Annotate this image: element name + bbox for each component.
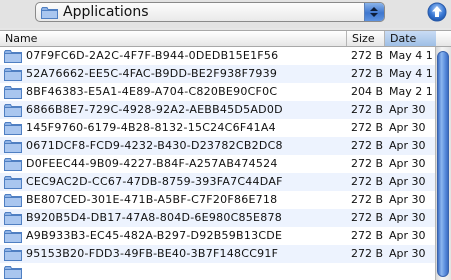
file-date: Apr 30	[389, 121, 426, 134]
file-row[interactable]	[0, 263, 435, 280]
file-name: A9B933B3-EC45-482A-B297-D92B59B13CDE	[26, 229, 283, 242]
file-name: 07F9FC6D-2A2C-4F7F-B944-0DEDB15E1F56	[26, 49, 279, 62]
file-name: D0FEEC44-9B09-4227-B84F-A257AB474524	[26, 157, 278, 170]
column-date-header[interactable]: Date	[385, 31, 436, 46]
file-row[interactable]: CEC9AC2D-CC67-47DB-8759-393FA7C44DAF 272…	[0, 173, 435, 191]
folder-icon	[4, 140, 22, 153]
folder-icon	[4, 194, 22, 207]
file-name: 0671DCF8-FCD9-4232-B430-D23782CB2DC8	[26, 139, 283, 152]
file-size: 272 B	[351, 247, 384, 260]
vertical-scrollbar[interactable]	[435, 47, 451, 280]
file-size: 272 B	[351, 229, 384, 242]
column-size-header[interactable]: Size	[347, 31, 385, 46]
file-row[interactable]: 0671DCF8-FCD9-4232-B430-D23782CB2DC8 272…	[0, 137, 435, 155]
file-row[interactable]: 07F9FC6D-2A2C-4F7F-B944-0DEDB15E1F56 272…	[0, 47, 435, 65]
file-name: BE807CED-301E-471B-A5BF-C7F20F86E718	[26, 193, 278, 206]
file-row[interactable]: 95153B20-FDD3-49FB-BE40-3B7F148CC91F 272…	[0, 245, 435, 263]
file-size: 272 B	[351, 193, 384, 206]
file-name: 6866B8E7-729C-4928-92A2-AEBB45D5AD0D	[26, 103, 283, 116]
folder-icon	[41, 7, 58, 19]
file-size: 204 B	[351, 85, 384, 98]
file-name: 52A76662-EE5C-4FAC-B9DD-BE2F938F7939	[26, 67, 278, 80]
file-name: B920B5D4-DB17-47A8-804D-6E980C85E878	[26, 211, 283, 224]
folder-icon	[4, 266, 22, 279]
file-row[interactable]: 52A76662-EE5C-4FAC-B9DD-BE2F938F7939 272…	[0, 65, 435, 83]
folder-icon	[4, 158, 22, 171]
file-size: 272 B	[351, 211, 384, 224]
file-date: May 4 1	[389, 49, 433, 62]
file-date: May 2 1	[389, 85, 433, 98]
file-date: Apr 30	[389, 193, 426, 206]
file-list[interactable]: 07F9FC6D-2A2C-4F7F-B944-0DEDB15E1F56 272…	[0, 47, 435, 280]
folder-icon	[4, 122, 22, 135]
folder-icon	[4, 176, 22, 189]
file-date: Apr 30	[389, 229, 426, 242]
file-date: Apr 30	[389, 157, 426, 170]
file-size: 272 B	[351, 121, 384, 134]
file-date: Apr 30	[389, 175, 426, 188]
column-name-header[interactable]: Name	[0, 31, 347, 46]
file-size: 272 B	[351, 103, 384, 116]
file-date: Apr 30	[389, 211, 426, 224]
file-row[interactable]: 145F9760-6179-4B28-8132-15C24C6F41A4 272…	[0, 119, 435, 137]
file-row[interactable]: B920B5D4-DB17-47A8-804D-6E980C85E878 272…	[0, 209, 435, 227]
up-down-arrows-icon[interactable]	[364, 3, 384, 21]
column-header: Name Size Date	[0, 30, 451, 47]
file-row[interactable]: 8BF46383-E5A1-4E89-A704-C820BE90CF0C 204…	[0, 83, 435, 101]
file-date: Apr 30	[389, 139, 426, 152]
folder-icon	[4, 50, 22, 63]
location-label: Applications	[63, 4, 149, 20]
file-name: 8BF46383-E5A1-4E89-A704-C820BE90CF0C	[26, 85, 278, 98]
file-name: 145F9760-6179-4B28-8132-15C24C6F41A4	[26, 121, 276, 134]
file-size: 272 B	[351, 157, 384, 170]
file-row[interactable]: D0FEEC44-9B09-4227-B84F-A257AB474524 272…	[0, 155, 435, 173]
file-date: May 4 1	[389, 67, 433, 80]
location-popup[interactable]: Applications	[35, 2, 385, 22]
folder-icon	[4, 230, 22, 243]
folder-icon	[4, 212, 22, 225]
file-size: 272 B	[351, 139, 384, 152]
file-size: 272 B	[351, 67, 384, 80]
folder-icon	[4, 104, 22, 117]
file-name: CEC9AC2D-CC67-47DB-8759-393FA7C44DAF	[26, 175, 283, 188]
file-row[interactable]: A9B933B3-EC45-482A-B297-D92B59B13CDE 272…	[0, 227, 435, 245]
file-size: 272 B	[351, 49, 384, 62]
file-date: Apr 30	[389, 103, 426, 116]
file-row[interactable]: BE807CED-301E-471B-A5BF-C7F20F86E718 272…	[0, 191, 435, 209]
folder-icon	[4, 68, 22, 81]
folder-icon	[4, 248, 22, 261]
up-arrow-icon[interactable]	[427, 2, 447, 22]
scrollbar-thumb[interactable]	[437, 51, 449, 277]
file-row[interactable]: 6866B8E7-729C-4928-92A2-AEBB45D5AD0D 272…	[0, 101, 435, 119]
toolbar: Applications	[0, 0, 451, 28]
file-browser-window: Applications Name Size Date 07F9FC6D-2A2…	[0, 0, 451, 280]
file-date: Apr 30	[389, 247, 426, 260]
folder-icon	[4, 86, 22, 99]
file-name: 95153B20-FDD3-49FB-BE40-3B7F148CC91F	[26, 247, 279, 260]
file-size: 272 B	[351, 175, 384, 188]
